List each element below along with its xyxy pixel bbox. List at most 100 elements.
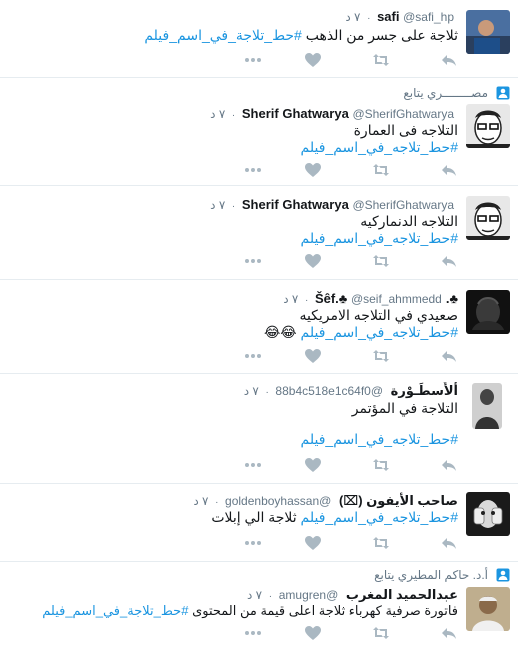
tweet[interactable]: مصــــــــري يتابع Sherif Ghatwarya @She… (0, 78, 518, 186)
tweet-actions (245, 52, 458, 68)
user-handle[interactable]: @seif_ahmmedd (351, 292, 442, 306)
tweet-text-content: صعيدي في التلاجه الامريكيه (299, 307, 458, 323)
retweet-icon[interactable] (372, 348, 390, 364)
timestamp[interactable]: ٧ د (210, 198, 225, 212)
user-handle[interactable]: @goldenboyhassan (225, 494, 331, 508)
like-icon[interactable] (304, 348, 322, 364)
timestamp[interactable]: ٧ د (247, 588, 262, 602)
display-name[interactable]: Sherif Ghatwarya (242, 106, 349, 121)
timestamp[interactable]: ٧ د (210, 107, 225, 121)
display-name[interactable]: safi (377, 9, 399, 24)
retweet-icon[interactable] (372, 625, 390, 641)
avatar[interactable] (466, 587, 510, 631)
user-handle[interactable]: @88b4c518e1c64f0 (275, 384, 383, 398)
tweet-text-content: فاتورة صرفية كهرباء ثلاجة اعلى قيمة من ا… (192, 603, 458, 618)
timestamp[interactable]: ٧ د (345, 10, 360, 24)
tweet-header: أَلأُسطَـوْرة @88b4c518e1c64f0 · ٧ د (6, 382, 458, 400)
tweet[interactable]: Sherif Ghatwarya @SherifGhatwarya · ٧ د … (0, 186, 518, 280)
separator-dot: · (304, 295, 309, 306)
display-name[interactable]: عبدالحميد المغرب (346, 587, 458, 602)
tweet[interactable]: أَلأُسطَـوْرة @88b4c518e1c64f0 · ٧ د الت… (0, 374, 518, 484)
avatar[interactable] (466, 290, 510, 334)
like-icon[interactable] (304, 457, 322, 473)
tweet-text: فاتورة صرفية كهرباء ثلاجة اعلى قيمة من ا… (6, 602, 458, 619)
social-context: أ.د. حاكم المطيري يتابع (374, 568, 510, 584)
tweet-actions (245, 253, 458, 269)
hashtag-link[interactable]: #حط_تلاجه_في_اسم_فيلم (6, 431, 458, 448)
tweet-header: safi @safi_hp · ٧ د (6, 8, 458, 26)
avatar[interactable] (466, 10, 510, 54)
more-icon[interactable] (244, 253, 262, 269)
hashtag-link[interactable]: #حط_تلاجه_في_اسم_فيلم (6, 139, 458, 156)
reply-icon[interactable] (440, 535, 458, 551)
tweet[interactable]: safi @safi_hp · ٧ د ثلاجة على جسر من الذ… (0, 0, 518, 78)
like-icon[interactable] (304, 625, 322, 641)
tweet-actions (245, 457, 458, 473)
tweet-text-content: ثلاجة على جسر من الذهب (305, 27, 458, 43)
separator-dot: · (231, 110, 236, 121)
tweet[interactable]: صاحب الأيفون (⌧) @goldenboyhassan · ٧ د … (0, 484, 518, 562)
reply-icon[interactable] (440, 457, 458, 473)
more-icon[interactable] (244, 535, 262, 551)
like-icon[interactable] (304, 52, 322, 68)
timestamp[interactable]: ٧ د (244, 384, 259, 398)
tweet-text: #حط_تلاجه_في_اسم_فيلم ثلاجة الي إبلات (6, 509, 458, 526)
like-icon[interactable] (304, 253, 322, 269)
hashtag-link[interactable]: #حط_تلاجه_في_اسم_فيلم (6, 230, 458, 247)
display-name[interactable]: Sherif Ghatwarya (242, 197, 349, 212)
tweet[interactable]: أ.د. حاكم المطيري يتابع عبدالحميد المغرب… (0, 562, 518, 650)
follow-context-icon (496, 568, 510, 582)
more-icon[interactable] (244, 457, 262, 473)
reply-icon[interactable] (440, 52, 458, 68)
hashtag-link[interactable]: #حط_تلاجه_في_اسم_فيلم (301, 324, 458, 340)
avatar[interactable] (466, 492, 510, 536)
hashtag-link[interactable]: #حط_تلاجة_في_اسم_فيلم (144, 27, 301, 43)
reply-icon[interactable] (440, 625, 458, 641)
user-handle[interactable]: @safi_hp (403, 10, 454, 24)
display-name[interactable]: صاحب الأيفون (⌧) (339, 493, 458, 508)
separator-dot: · (231, 201, 236, 212)
tweet-header: Sherif Ghatwarya @SherifGhatwarya · ٧ د (6, 105, 458, 123)
tweet-actions (245, 625, 458, 641)
avatar[interactable] (466, 104, 510, 148)
retweet-icon[interactable] (372, 535, 390, 551)
separator-dot: · (265, 387, 269, 398)
social-context-text: أ.د. حاكم المطيري يتابع (374, 568, 488, 582)
tweet-text: صعيدي في التلاجه الامريكيه #حط_تلاجه_في_… (6, 307, 458, 341)
reply-icon[interactable] (440, 162, 458, 178)
tweet-header: ♣.Šêf.♣ @seif_ahmmedd · ٧ د (6, 290, 458, 308)
user-handle[interactable]: @SherifGhatwarya (352, 198, 454, 212)
avatar[interactable] (466, 196, 510, 240)
hashtag-link[interactable]: #حط_تلاجة_في_اسم_فيلم (42, 603, 188, 618)
user-handle[interactable]: @amugren (279, 588, 339, 602)
tweet-timeline: safi @safi_hp · ٧ د ثلاجة على جسر من الذ… (0, 0, 523, 650)
separator-dot: · (268, 591, 273, 602)
tweet-text-content: التلاجه الدنماركيه (360, 213, 458, 229)
tweet-text: ثلاجة على جسر من الذهب #حط_تلاجة_في_اسم_… (6, 27, 458, 44)
reply-icon[interactable] (440, 348, 458, 364)
tweet-actions (245, 162, 458, 178)
retweet-icon[interactable] (372, 457, 390, 473)
timestamp[interactable]: ٧ د (193, 494, 208, 508)
more-icon[interactable] (244, 162, 262, 178)
reply-icon[interactable] (440, 253, 458, 269)
tweet-actions (245, 535, 458, 551)
timestamp[interactable]: ٧ د (283, 292, 298, 306)
hashtag-link[interactable]: #حط_تلاجه_في_اسم_فيلم (301, 509, 458, 525)
follow-context-icon (496, 86, 510, 100)
retweet-icon[interactable] (372, 162, 390, 178)
avatar[interactable] (472, 383, 502, 429)
tweet[interactable]: ♣.Šêf.♣ @seif_ahmmedd · ٧ د صعيدي في الت… (0, 280, 518, 374)
tweet-header: صاحب الأيفون (⌧) @goldenboyhassan · ٧ د (6, 492, 458, 510)
more-icon[interactable] (244, 348, 262, 364)
tweet-text-content: التلاجة في المؤتمر (351, 400, 458, 416)
user-handle[interactable]: @SherifGhatwarya (352, 107, 454, 121)
like-icon[interactable] (304, 535, 322, 551)
display-name[interactable]: أَلأُسطَـوْرة (391, 383, 458, 398)
retweet-icon[interactable] (372, 52, 390, 68)
like-icon[interactable] (304, 162, 322, 178)
retweet-icon[interactable] (372, 253, 390, 269)
more-icon[interactable] (244, 625, 262, 641)
emoji-text: 😂😂 (263, 324, 297, 340)
more-icon[interactable] (244, 52, 262, 68)
